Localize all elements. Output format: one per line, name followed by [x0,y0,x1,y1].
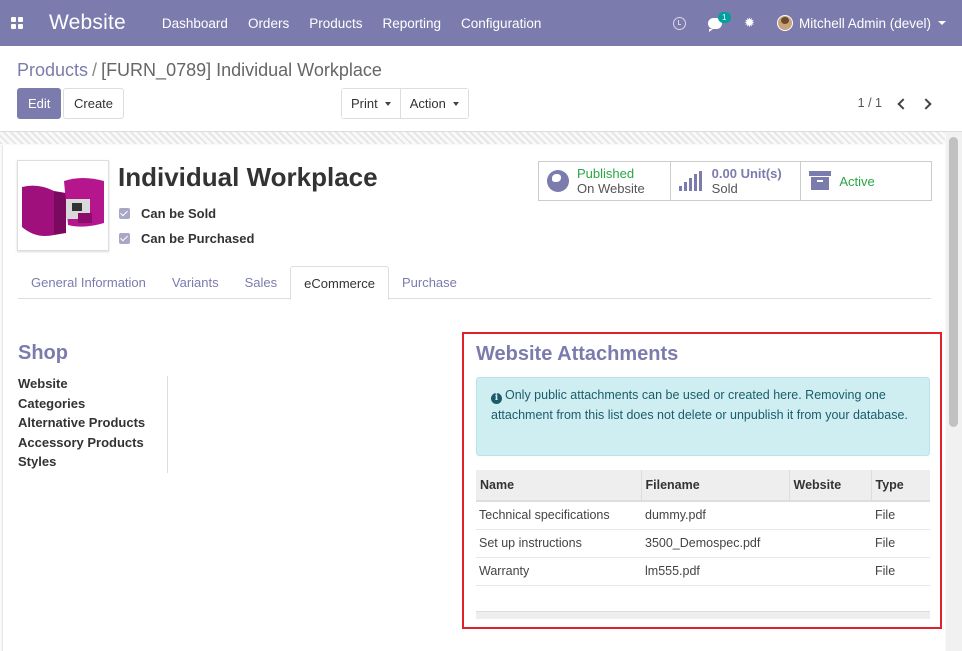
cell-name: Warranty [476,557,641,586]
sold-label: Sold [711,181,738,196]
tab-sales[interactable]: Sales [232,266,291,299]
scrollbar[interactable] [946,132,962,651]
categories-field-label[interactable]: Categories [18,396,167,416]
chevron-right-icon [920,98,932,110]
attachments-info-alert: i Only public attachments can be used or … [476,377,930,456]
can-be-purchased-checkbox[interactable] [119,233,130,244]
app-brand[interactable]: Website [49,11,126,35]
cell-name: Set up instructions [476,529,641,558]
can-be-sold-checkbox[interactable] [119,208,130,219]
breadcrumb-separator: / [92,60,98,80]
cell-website [789,501,871,530]
caret-down-icon [452,101,459,106]
cell-website [789,529,871,558]
user-menu[interactable]: Mitchell Admin (devel) [776,15,946,31]
tab-purchase[interactable]: Purchase [389,266,470,299]
pager-value[interactable]: 1 / 1 [858,96,882,110]
info-circle-icon: i [491,393,502,404]
cell-type: File [871,529,930,558]
menu-reporting[interactable]: Reporting [382,16,441,31]
cell-website [789,557,871,586]
cell-type: File [871,501,930,530]
breadcrumb-current: [FURN_0789] Individual Workplace [101,60,382,80]
active-smart-button[interactable]: Active [800,162,931,200]
archive-icon [809,171,832,191]
can-be-purchased-label: Can be Purchased [141,231,255,246]
notebook-tabs: General Information Variants Sales eComm… [18,266,931,300]
chat-icon[interactable]: 1 [708,11,731,32]
shop-field-labels: Website Categories Alternative Products … [18,376,168,473]
product-name[interactable]: Individual Workplace [118,162,378,193]
create-button[interactable]: Create [63,88,125,119]
sold-smart-button[interactable]: 0.00 Unit(s) Sold [669,162,801,200]
navbar-systray: 1 ✹ Mitchell Admin (devel) [673,0,962,46]
pager-next-button[interactable] [918,94,938,114]
cell-filename: dummy.pdf [641,501,789,530]
menu-dashboard[interactable]: Dashboard [162,16,228,31]
published-smart-button[interactable]: Published On Website [539,162,670,200]
alternative-products-field-label[interactable]: Alternative Products [18,415,167,435]
avatar [776,15,793,31]
website-attachments-title: Website Attachments [476,343,679,365]
scrollbar-thumb[interactable] [949,137,958,427]
print-dropdown[interactable]: Print [342,89,400,118]
chevron-down-icon [938,21,946,25]
cell-name: Technical specifications [476,501,641,530]
chevron-left-icon [897,98,909,110]
styles-field-label[interactable]: Styles [18,454,167,474]
bar-chart-icon [678,171,704,191]
bug-icon[interactable]: ✹ [744,15,755,31]
cell-type: File [871,557,930,586]
print-label: Print [351,96,378,111]
column-header-filename[interactable]: Filename [640,470,789,502]
table-row[interactable]: Warranty lm555.pdf File [476,557,930,586]
breadcrumb-products-link[interactable]: Products [17,60,88,80]
tab-ecommerce[interactable]: eCommerce [290,266,389,300]
column-header-website[interactable]: Website [788,470,871,502]
action-label: Action [409,96,446,111]
tab-variants[interactable]: Variants [159,266,232,299]
published-subtext: On Website [577,181,645,196]
accessory-products-field-label[interactable]: Accessory Products [18,435,167,455]
column-header-name[interactable]: Name [476,470,641,502]
breadcrumb: Products / [FURN_0789] Individual Workplac… [17,60,382,81]
cell-filename: lm555.pdf [641,557,789,586]
control-panel: Products / [FURN_0789] Individual Workplac… [0,46,962,132]
pager-previous-button[interactable] [891,94,911,114]
table-row[interactable]: Technical specifications dummy.pdf File [476,501,930,530]
menu-orders[interactable]: Orders [248,16,289,31]
sold-value: 0.00 Unit(s) [711,166,782,181]
top-navbar: Website Dashboard Orders Products Report… [0,0,962,46]
edit-button[interactable]: Edit [17,88,62,119]
clock-icon[interactable] [673,16,687,30]
menu-configuration[interactable]: Configuration [461,16,541,31]
attachments-table: Name Filename Website Type Technical spe… [476,470,930,586]
can-be-purchased-row: Can be Purchased [119,231,254,246]
attachments-info-text: Only public attachments can be used or c… [491,388,908,422]
active-label: Active [839,173,875,189]
chat-badge: 1 [718,11,731,23]
sheet-top-stripe [0,132,945,144]
table-row[interactable]: Set up instructions 3500_Demospec.pdf Fi… [476,529,930,558]
menu-products[interactable]: Products [309,16,362,31]
caret-down-icon [384,101,391,106]
column-header-type[interactable]: Type [870,470,930,502]
product-image[interactable] [17,160,109,251]
globe-icon [547,170,569,192]
can-be-sold-label: Can be Sold [141,206,217,221]
tab-general-information[interactable]: General Information [18,266,159,299]
action-dropdown[interactable]: Action [399,89,468,118]
smart-buttons: Published On Website 0.00 Unit(s) Sold A… [538,161,932,201]
shop-section-title: Shop [18,342,68,364]
website-field-label[interactable]: Website [18,376,167,396]
action-dropdowns: Print Action [341,88,469,119]
cell-filename: 3500_Demospec.pdf [641,529,789,558]
published-status: Published [577,166,635,181]
attachments-table-footer [476,611,930,619]
can-be-sold-row: Can be Sold [119,206,216,221]
workplace-pod-picture [18,161,108,250]
apps-grid-icon[interactable] [0,0,34,46]
user-name: Mitchell Admin (devel) [798,15,931,31]
